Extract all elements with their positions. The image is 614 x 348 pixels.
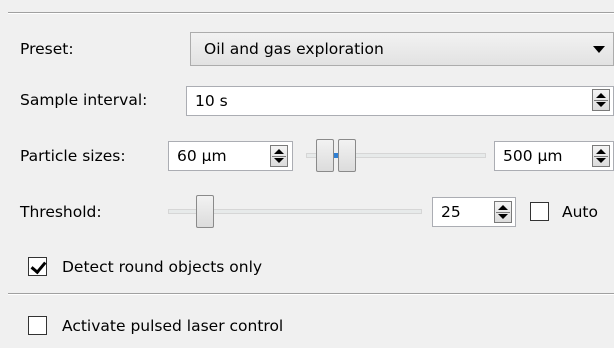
preset-value: Oil and gas exploration: [204, 40, 384, 58]
particle-size-min-value: 60 µm: [177, 147, 227, 165]
spin-up-icon: [596, 149, 606, 154]
threshold-spinner[interactable]: [494, 201, 512, 223]
sample-interval-field[interactable]: 10 s: [186, 86, 614, 116]
auto-label: Auto: [562, 203, 598, 221]
spin-down-icon: [596, 102, 606, 107]
particle-size-range-slider[interactable]: [306, 138, 486, 174]
detect-round-label: Detect round objects only: [62, 258, 263, 276]
sample-interval-spinner[interactable]: [592, 89, 610, 111]
checkmark-icon: [30, 257, 47, 275]
preset-label: Preset:: [20, 40, 74, 58]
preset-dropdown[interactable]: Oil and gas exploration: [190, 32, 614, 66]
detect-round-checkbox[interactable]: [28, 257, 47, 276]
threshold-label: Threshold:: [20, 203, 102, 221]
pulsed-laser-checkbox[interactable]: [28, 316, 47, 335]
spin-up-icon: [274, 149, 284, 154]
range-slider-min-handle[interactable]: [315, 139, 334, 172]
particle-sizes-label: Particle sizes:: [20, 147, 126, 165]
spin-down-icon: [498, 214, 508, 219]
range-slider-max-handle[interactable]: [338, 139, 356, 172]
particle-size-max-spinner[interactable]: [592, 145, 610, 167]
pulsed-laser-label: Activate pulsed laser control: [62, 317, 284, 335]
auto-checkbox[interactable]: [530, 202, 549, 221]
threshold-slider[interactable]: [168, 194, 422, 230]
particle-size-min-spinner[interactable]: [270, 145, 288, 167]
spin-down-icon: [596, 158, 606, 163]
spin-up-icon: [596, 93, 606, 98]
sample-interval-value: 10 s: [195, 92, 228, 110]
section-separator: [8, 293, 614, 295]
particle-size-max-value: 500 µm: [503, 147, 563, 165]
top-separator: [8, 12, 614, 14]
threshold-value: 25: [441, 203, 461, 221]
threshold-slider-handle[interactable]: [196, 195, 215, 228]
sample-interval-label: Sample interval:: [20, 91, 148, 109]
spin-up-icon: [498, 205, 508, 210]
spin-down-icon: [274, 158, 284, 163]
chevron-down-icon: [593, 46, 605, 53]
